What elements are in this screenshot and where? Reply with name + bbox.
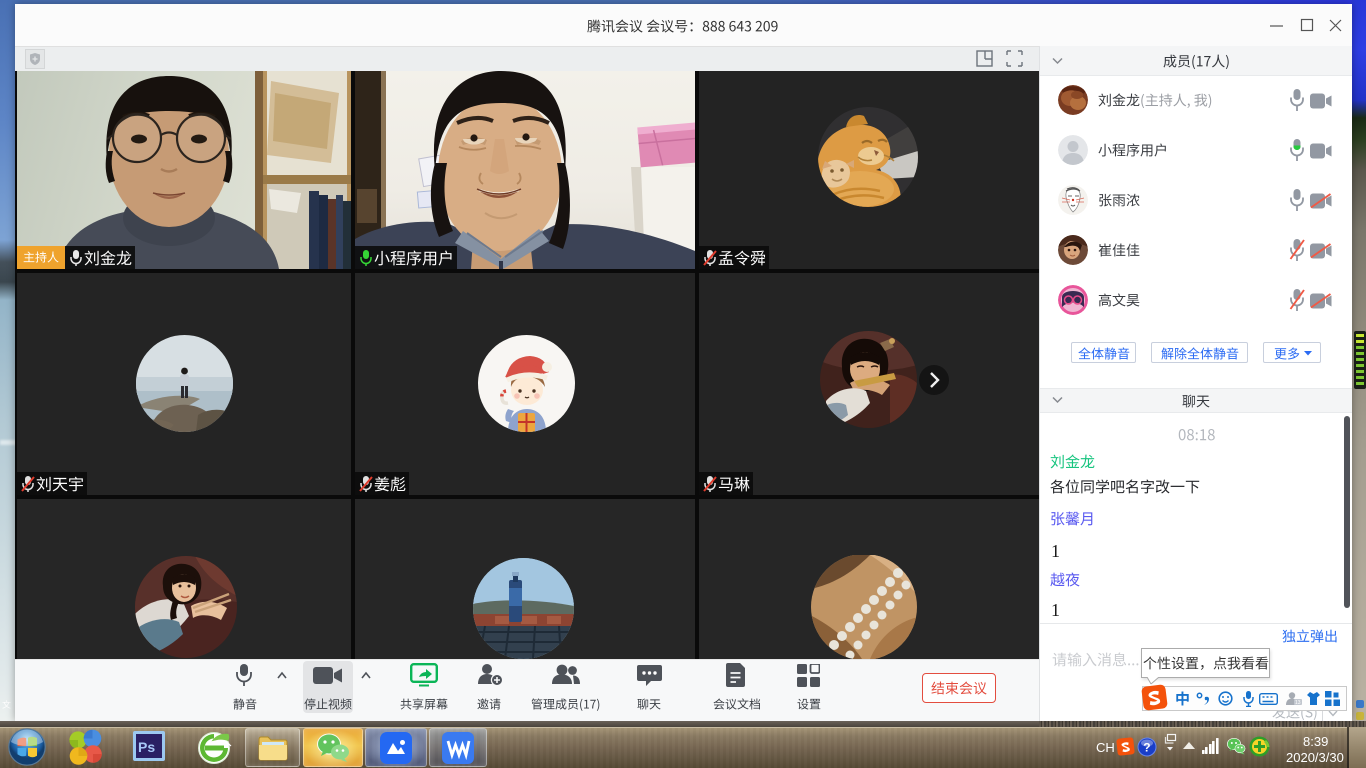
svg-text:2020/3/30: 2020/3/30 [1286,750,1344,765]
svg-text:13: 13 [1295,700,1301,706]
svg-text:Ps: Ps [138,739,155,755]
svg-text:?: ? [1143,741,1150,755]
svg-text:CH: CH [1096,740,1115,755]
svg-text:8:39: 8:39 [1303,734,1328,749]
